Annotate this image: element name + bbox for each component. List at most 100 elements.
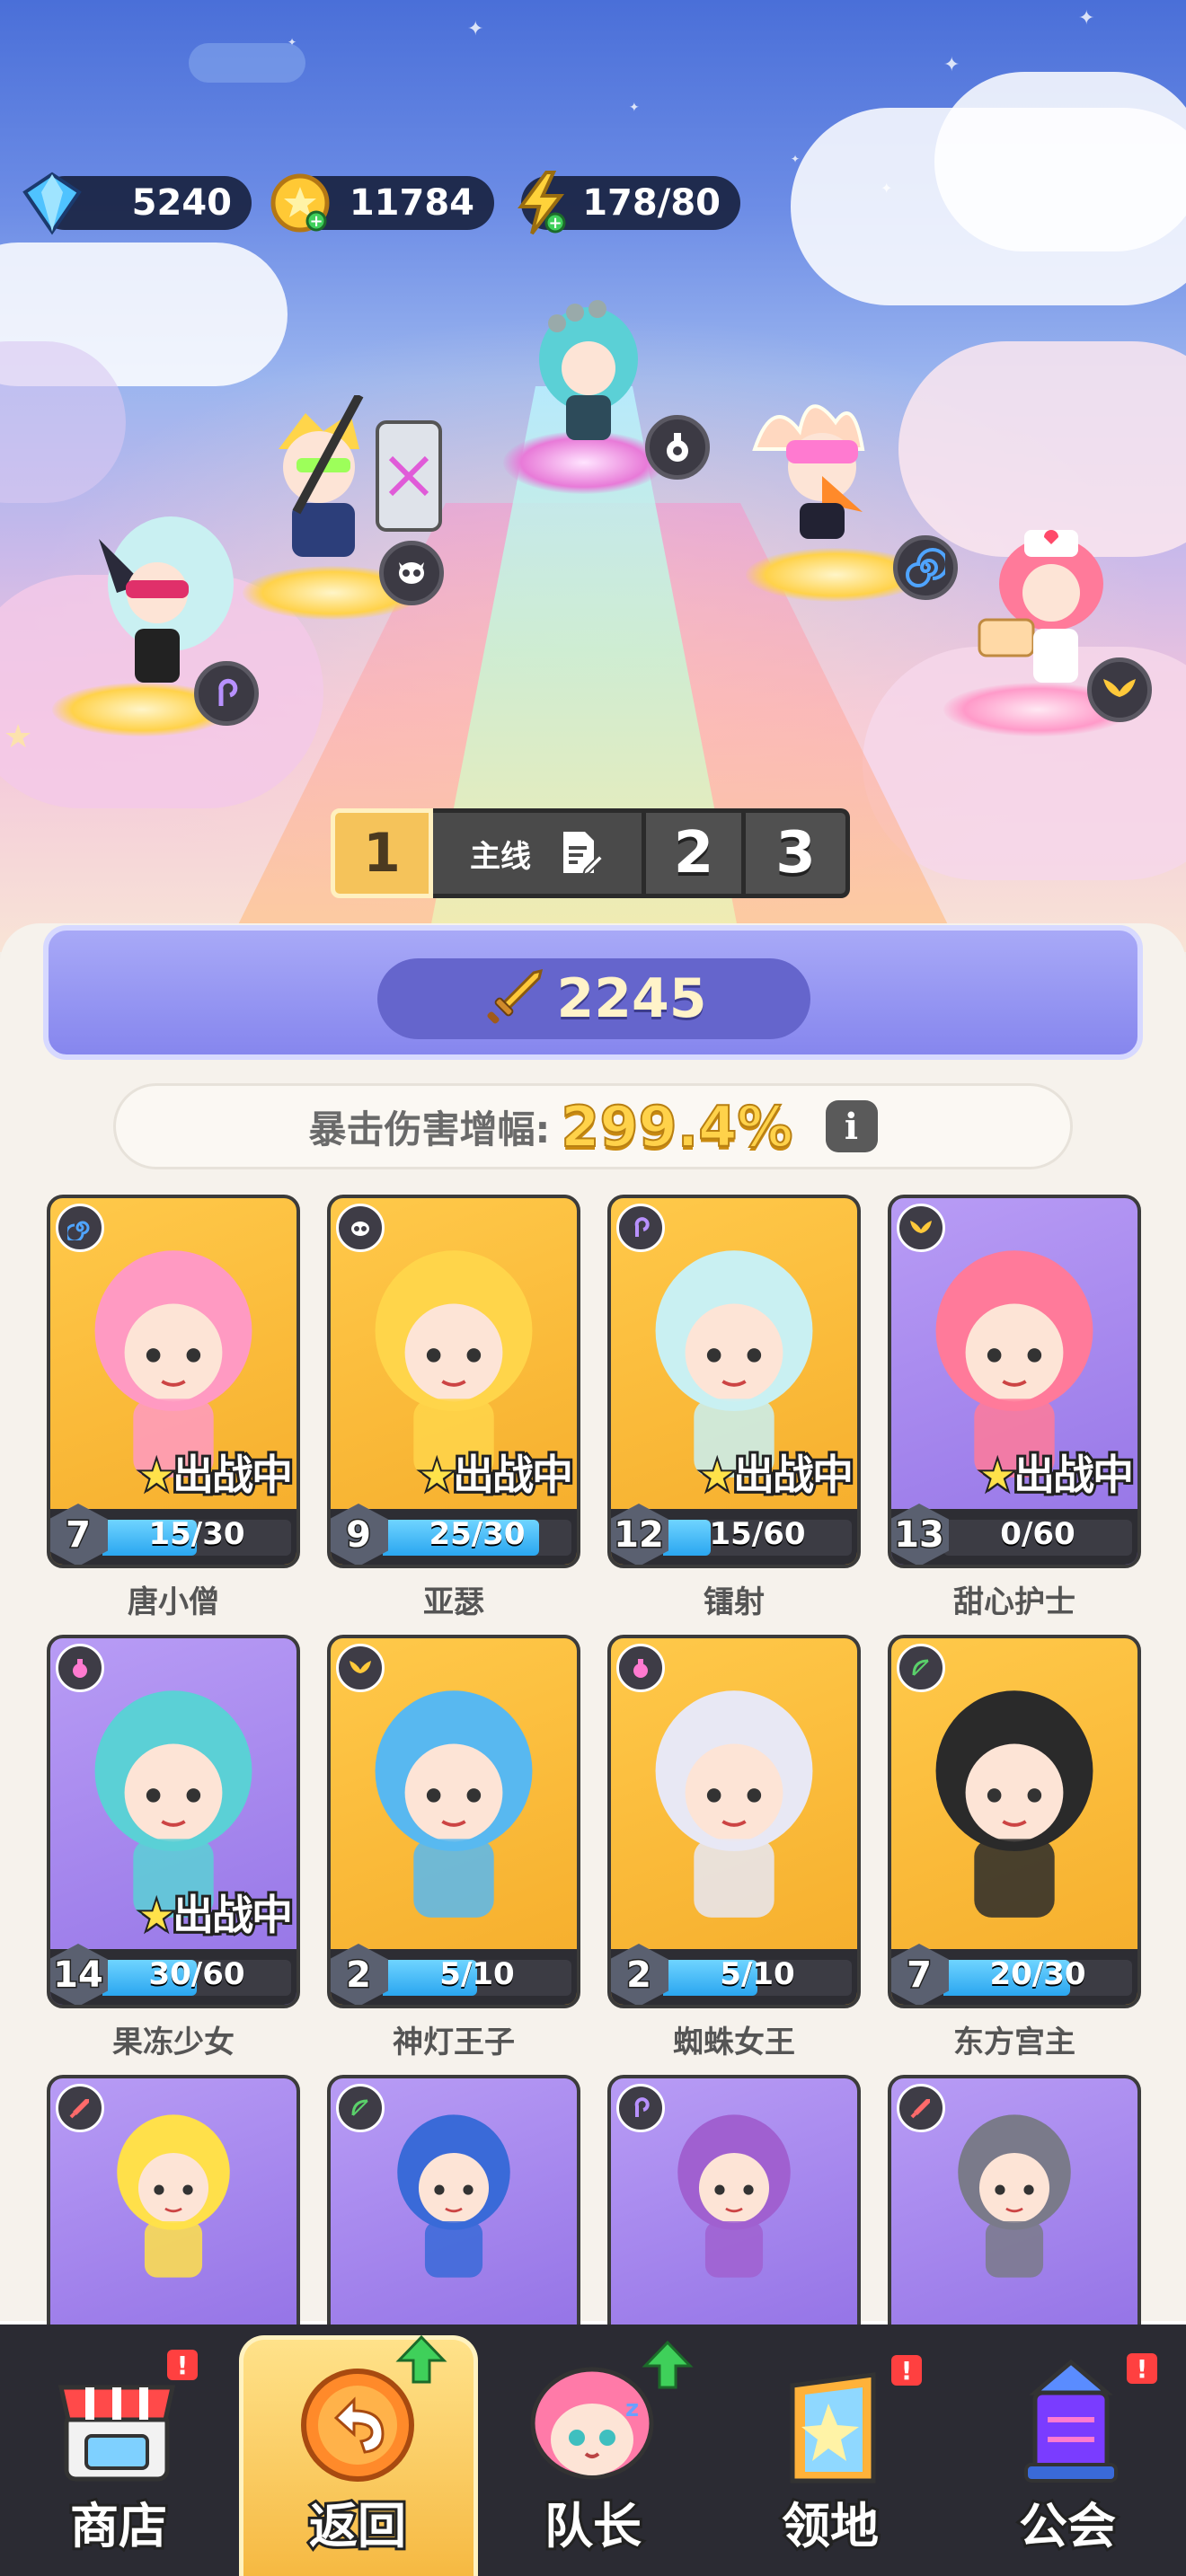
crit-value: 299.4% bbox=[560, 1093, 793, 1160]
deployed-label: 出战中 bbox=[170, 1888, 296, 1942]
hook-icon bbox=[616, 1204, 665, 1252]
energy-count: 178/80 bbox=[582, 182, 721, 224]
sword-icon bbox=[56, 2084, 104, 2132]
deployed-label: 出战中 bbox=[730, 1448, 856, 1502]
chapter-tabs: 1 主线 2 3 bbox=[331, 808, 850, 898]
info-icon[interactable]: i bbox=[825, 1100, 878, 1152]
shard-count: 25/30 bbox=[429, 1516, 526, 1552]
hero-tang-figure[interactable] bbox=[737, 377, 916, 557]
deployed-label: 出战中 bbox=[1011, 1448, 1137, 1502]
spiral-icon bbox=[893, 535, 958, 600]
sword-icon bbox=[486, 968, 543, 1024]
crit-label: 暴击伤害增幅: bbox=[308, 1107, 551, 1151]
shard-count: 5/10 bbox=[439, 1956, 515, 1992]
hero-jelly-girl-figure[interactable] bbox=[521, 296, 656, 458]
shard-count: 15/30 bbox=[148, 1516, 245, 1552]
tab-chapter-3[interactable]: 3 bbox=[746, 808, 850, 898]
bow-icon bbox=[336, 2084, 385, 2132]
star-icon: ★ bbox=[978, 1451, 1018, 1501]
hero-name: 果冻少女 bbox=[112, 2025, 235, 2060]
hero-name: 甜心护士 bbox=[953, 1584, 1075, 1620]
hero-level: 14 bbox=[52, 1954, 105, 1998]
shard-count: 30/60 bbox=[148, 1956, 245, 1992]
gem-count: 5240 bbox=[131, 182, 232, 224]
coin-counter[interactable]: + 11784 bbox=[270, 173, 494, 233]
guild-alert-badge: ! bbox=[1127, 2353, 1157, 2384]
star-icon: ★ bbox=[418, 1451, 457, 1501]
shard-count: 0/60 bbox=[1000, 1516, 1075, 1552]
hero-name: 蜘蛛女王 bbox=[673, 2025, 795, 2060]
hero-level: 7 bbox=[65, 1513, 93, 1557]
hero-name: 东方宫主 bbox=[953, 2025, 1075, 2060]
hero-level: 13 bbox=[893, 1513, 946, 1557]
nav-label-territory: 领地 bbox=[779, 2495, 881, 2557]
deployed-label: 出战中 bbox=[170, 1448, 296, 1502]
edit-document-icon bbox=[563, 832, 605, 877]
star-icon: ★ bbox=[137, 1892, 177, 1941]
deployed-badge: ★出战中 bbox=[137, 1883, 296, 1942]
hero-card[interactable]: 20/30 7 bbox=[888, 1635, 1141, 2008]
svg-text:z: z bbox=[625, 2395, 639, 2422]
deployed-badge: ★出战中 bbox=[978, 1442, 1137, 1502]
hero-card[interactable] bbox=[607, 2075, 861, 2342]
hook-icon bbox=[616, 2084, 665, 2132]
skull-icon bbox=[336, 1204, 385, 1252]
hero-name: 唐小僧 bbox=[128, 1584, 219, 1620]
energy-counter[interactable]: + 178/80 bbox=[518, 171, 740, 235]
svg-text:+: + bbox=[309, 212, 323, 231]
hero-card[interactable]: 5/10 2 bbox=[607, 1635, 861, 2008]
diamond-icon bbox=[22, 172, 82, 235]
nav-shop[interactable]: 商店 bbox=[0, 2325, 237, 2576]
tab-chapter-1[interactable]: 1 bbox=[331, 808, 433, 898]
hero-level: 9 bbox=[345, 1513, 373, 1557]
deployed-badge: ★出战中 bbox=[418, 1442, 576, 1502]
lightning-icon: + bbox=[518, 171, 566, 235]
potion-icon bbox=[616, 1644, 665, 1692]
shop-alert-badge: ! bbox=[167, 2350, 198, 2380]
upgrade-arrow-icon bbox=[642, 2340, 694, 2389]
hero-card[interactable] bbox=[47, 2075, 300, 2342]
coin-count: 11784 bbox=[349, 182, 474, 224]
shop-icon bbox=[58, 2385, 176, 2482]
spiral-icon bbox=[56, 1204, 104, 1252]
tab-main-line[interactable]: 主线 bbox=[433, 808, 642, 898]
hero-level: 2 bbox=[625, 1954, 653, 1998]
potion-icon bbox=[56, 1644, 104, 1692]
hero-card[interactable] bbox=[327, 2075, 580, 2342]
nav-label-shop: 商店 bbox=[67, 2495, 170, 2557]
wings-icon bbox=[897, 1204, 945, 1252]
hero-card[interactable]: ★出战中 15/60 12 bbox=[607, 1195, 861, 1568]
hero-level: 2 bbox=[345, 1954, 373, 1998]
shard-count: 5/10 bbox=[720, 1956, 795, 1992]
bow-icon bbox=[897, 1644, 945, 1692]
tab-chapter-2[interactable]: 2 bbox=[642, 808, 746, 898]
power-value: 2245 bbox=[556, 967, 707, 1030]
hero-level: 7 bbox=[906, 1954, 934, 1998]
territory-alert-badge: ! bbox=[891, 2355, 922, 2386]
potion-icon bbox=[645, 415, 710, 480]
hero-card[interactable] bbox=[888, 2075, 1141, 2342]
territory-door-icon bbox=[790, 2372, 876, 2483]
hero-card[interactable]: ★出战中 0/60 13 bbox=[888, 1195, 1141, 1568]
deployed-badge: ★出战中 bbox=[137, 1442, 296, 1502]
gem-counter[interactable]: 5240 bbox=[22, 172, 252, 235]
deployed-badge: ★出战中 bbox=[698, 1442, 856, 1502]
gold-coin-icon: + bbox=[270, 173, 330, 233]
shard-count: 20/30 bbox=[989, 1956, 1086, 1992]
wings-icon bbox=[336, 1644, 385, 1692]
wings-icon bbox=[1087, 657, 1152, 722]
skull-icon bbox=[379, 541, 444, 605]
shard-count: 15/60 bbox=[709, 1516, 806, 1552]
sword-icon bbox=[897, 2084, 945, 2132]
nav-label-captain: 队长 bbox=[542, 2495, 644, 2557]
hero-name: 镭射 bbox=[704, 1584, 765, 1620]
hero-card[interactable]: ★出战中 30/60 14 bbox=[47, 1635, 300, 2008]
main-line-label: 主线 bbox=[470, 838, 531, 875]
guild-tower-icon bbox=[1024, 2359, 1118, 2483]
hero-card[interactable]: ★出战中 15/30 7 bbox=[47, 1195, 300, 1568]
deployed-label: 出战中 bbox=[450, 1448, 576, 1502]
crit-damage-bar: 暴击伤害增幅: 299.4% i bbox=[113, 1083, 1073, 1169]
hero-card[interactable]: ★出战中 25/30 9 bbox=[327, 1195, 580, 1568]
nav-label-back: 返回 bbox=[306, 2495, 409, 2557]
hero-card[interactable]: 5/10 2 bbox=[327, 1635, 580, 2008]
